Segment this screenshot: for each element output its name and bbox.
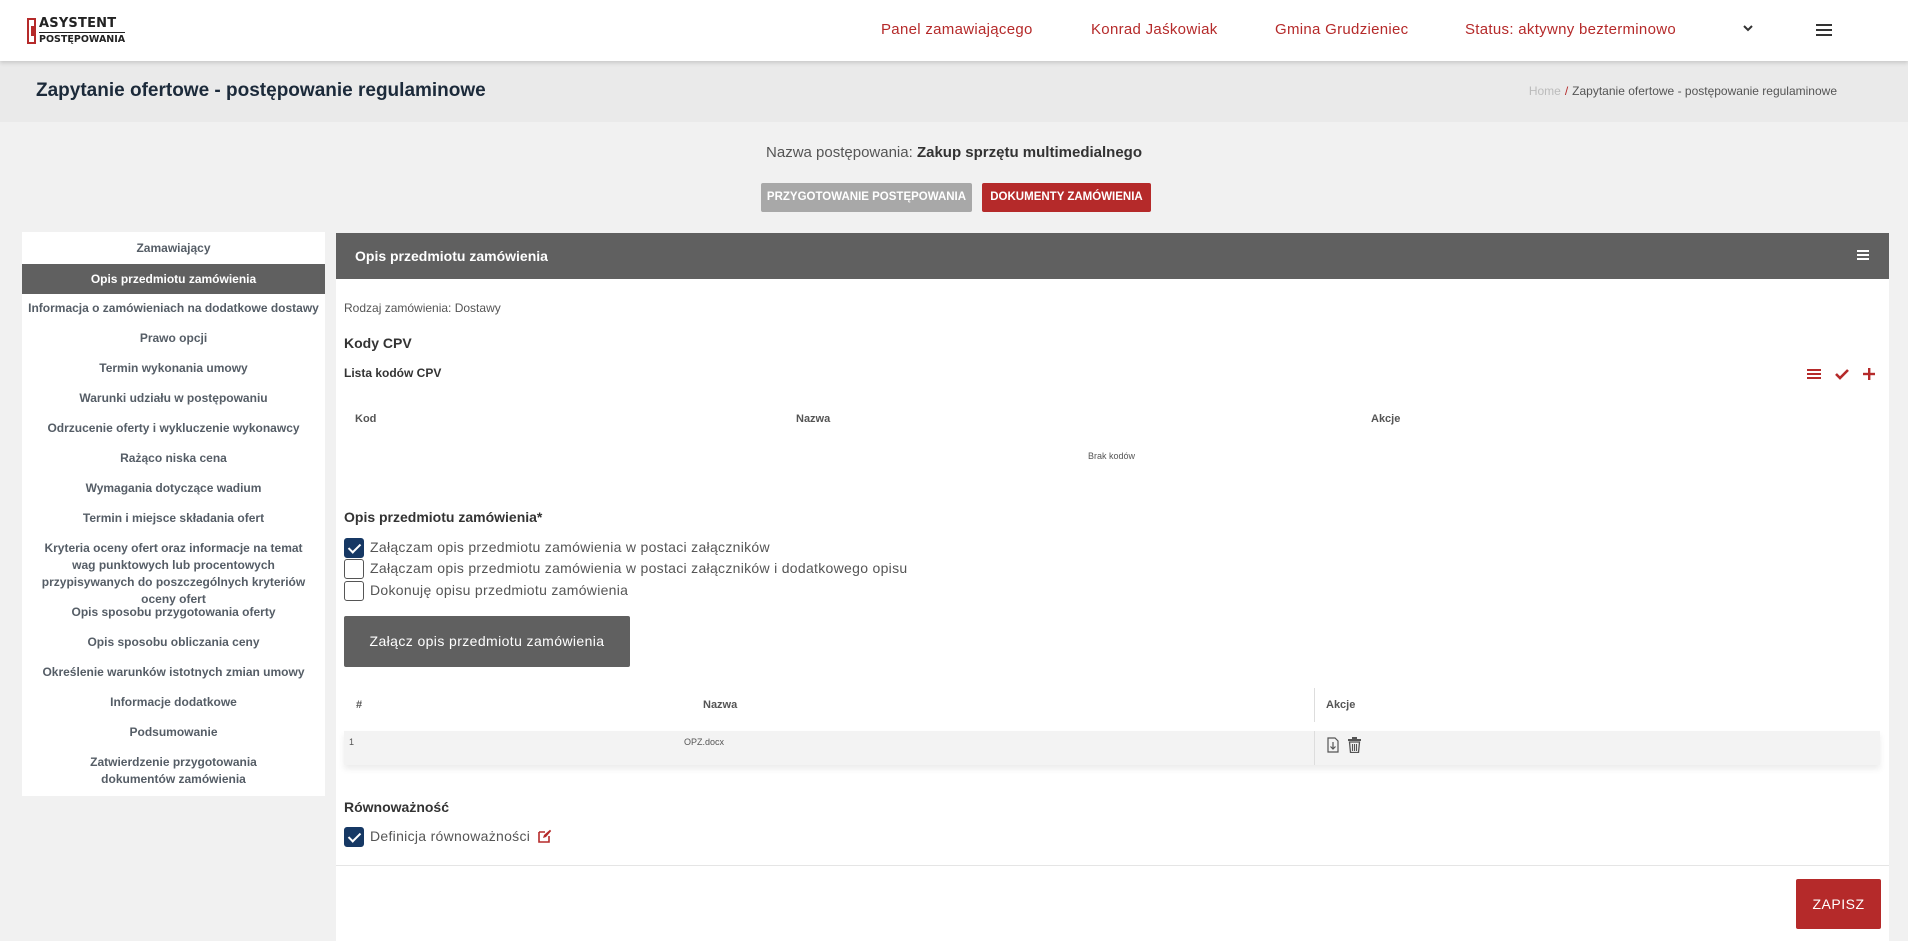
nav-panel-link[interactable]: Panel zamawiającego — [881, 21, 1033, 38]
breadcrumb-current: Zapytanie ofertowe - postępowanie regula… — [1572, 84, 1837, 98]
attachments-col-actions: Akcje — [1326, 699, 1356, 711]
breadcrumb: Home / Zapytanie ofertowe - postępowanie r… — [1529, 84, 1837, 98]
sidebar-item-termin-skladania[interactable]: Termin i miejsce składania ofert — [22, 510, 325, 527]
breadcrumb-separator: / — [1564, 84, 1569, 98]
attachment-name[interactable]: OPZ.docx — [684, 737, 724, 747]
page-header: Zapytanie ofertowe - postępowanie regula… — [0, 61, 1908, 122]
panel-menu-icon[interactable] — [1857, 250, 1869, 260]
procedure-name-value: Zakup sprzętu multimedialnego — [916, 144, 1142, 161]
sidebar-item-wadium[interactable]: Wymagania dotyczące wadium — [22, 480, 325, 497]
logo-icon — [27, 18, 36, 44]
panel-header: Opis przedmiotu zamówienia — [336, 233, 1889, 279]
sidebar-item-kryteria-oceny[interactable]: Kryteria oceny ofert oraz informacje na … — [22, 540, 325, 608]
attachments-col-name: Nazwa — [703, 699, 738, 711]
sidebar-item-przygotowanie-oferty[interactable]: Opis sposobu przygotowania oferty — [22, 604, 325, 621]
order-type: Rodzaj zamówienia: Dostawy — [344, 301, 501, 315]
attachments-col-divider — [1314, 688, 1315, 722]
sidebar-item-warunki-udzialu[interactable]: Warunki udziału w postępowaniu — [22, 390, 325, 407]
edit-icon[interactable] — [538, 829, 552, 843]
option-own-description-label: Dokonuję opisu przedmiotu zamówienia — [370, 582, 629, 598]
sidebar-item-razaco-niska-cena[interactable]: Rażąco niska cena — [22, 450, 325, 467]
sidebar-item-opis-przedmiotu[interactable]: Opis przedmiotu zamówienia — [22, 264, 325, 294]
attachments-col-number: # — [356, 699, 363, 711]
panel-title: Opis przedmiotu zamówienia — [355, 248, 548, 264]
equivalence-heading: Równoważność — [344, 799, 450, 815]
cpv-col-name: Nazwa — [796, 413, 831, 425]
logo-line2: POSTĘPOWANIA — [39, 32, 126, 45]
sidebar-item-odrzucenie-oferty[interactable]: Odrzucenie oferty i wykluczenie wykonawc… — [22, 420, 325, 437]
sidebar-item-zamawiajacy[interactable]: Zamawiający — [22, 240, 325, 257]
sidebar-item-podsumowanie[interactable]: Podsumowanie — [22, 724, 325, 741]
sidebar-item-dodatkowe-dostawy[interactable]: Informacja o zamówieniach na dodatkowe d… — [22, 300, 325, 317]
cpv-list-label: Lista kodów CPV — [344, 366, 442, 380]
option-attachments-and-description-label: Załączam opis przedmiotu zamówienia w po… — [370, 560, 908, 576]
option-attachments-label: Załączam opis przedmiotu zamówienia w po… — [370, 539, 770, 555]
attachments-row-divider — [1314, 731, 1315, 765]
list-icon[interactable] — [1806, 367, 1822, 381]
equivalence-definition-checkbox[interactable] — [344, 827, 364, 847]
option-attachments-and-description-checkbox[interactable] — [344, 559, 364, 579]
cpv-col-actions: Akcje — [1371, 413, 1401, 425]
procedure-name: Nazwa postępowania: Zakup sprzętu multim… — [0, 144, 1908, 161]
download-icon[interactable] — [1327, 737, 1339, 753]
nav-municipality-link[interactable]: Gmina Grudzieniec — [1275, 21, 1409, 38]
breadcrumb-home[interactable]: Home — [1529, 84, 1561, 98]
table-row: 1 OPZ.docx — [344, 731, 1880, 765]
attach-description-button[interactable]: Załącz opis przedmiotu zamówienia — [344, 616, 630, 667]
main-panel: Opis przedmiotu zamówienia Rodzaj zamówi… — [336, 233, 1889, 941]
sidebar-item-termin-wykonania[interactable]: Termin wykonania umowy — [22, 360, 325, 377]
equivalence-definition-label: Definicja równoważności — [370, 828, 531, 844]
attachment-number: 1 — [349, 737, 355, 747]
trash-icon[interactable] — [1347, 737, 1362, 753]
option-own-description-checkbox[interactable] — [344, 581, 364, 601]
chevron-down-icon[interactable] — [1741, 21, 1755, 35]
page-title: Zapytanie ofertowe - postępowanie regula… — [36, 80, 486, 101]
top-navbar: ASYSTENT POSTĘPOWANIA Panel zamawiająceg… — [0, 0, 1908, 61]
logo-line1: ASYSTENT — [39, 16, 117, 31]
documents-button[interactable]: DOKUMENTY ZAMÓWIENIA — [982, 183, 1151, 212]
cpv-heading: Kody CPV — [344, 335, 412, 351]
save-button[interactable]: ZAPISZ — [1796, 879, 1881, 929]
plus-icon[interactable] — [1862, 367, 1876, 381]
procedure-name-label: Nazwa postępowania: — [766, 144, 913, 161]
sidebar-nav: Zamawiający Opis przedmiotu zamówienia I… — [22, 232, 325, 796]
panel-footer-divider — [336, 865, 1889, 866]
sidebar-item-obliczanie-ceny[interactable]: Opis sposobu obliczania ceny — [22, 634, 325, 651]
nav-user-link[interactable]: Konrad Jaśkowiak — [1091, 21, 1218, 38]
description-heading: Opis przedmiotu zamówienia* — [344, 509, 543, 525]
cpv-col-code: Kod — [355, 413, 377, 425]
cpv-empty-text: Brak kodów — [1088, 451, 1136, 461]
sidebar-item-zatwierdzenie[interactable]: Zatwierdzenie przygotowania dokumentów z… — [22, 754, 325, 788]
check-icon[interactable] — [1834, 367, 1850, 381]
option-attachments-checkbox[interactable] — [344, 538, 364, 558]
sidebar-item-informacje-dodatkowe[interactable]: Informacje dodatkowe — [22, 694, 325, 711]
preparation-button[interactable]: PRZYGOTOWANIE POSTĘPOWANIA — [761, 183, 972, 212]
sidebar-item-prawo-opcji[interactable]: Prawo opcji — [22, 330, 325, 347]
app-logo[interactable]: ASYSTENT POSTĘPOWANIA — [27, 16, 126, 46]
hamburger-menu-icon[interactable] — [1816, 23, 1832, 37]
nav-status-link[interactable]: Status: aktywny bezterminowo — [1465, 21, 1676, 38]
sidebar-item-zmiany-umowy[interactable]: Określenie warunków istotnych zmian umow… — [22, 664, 325, 681]
